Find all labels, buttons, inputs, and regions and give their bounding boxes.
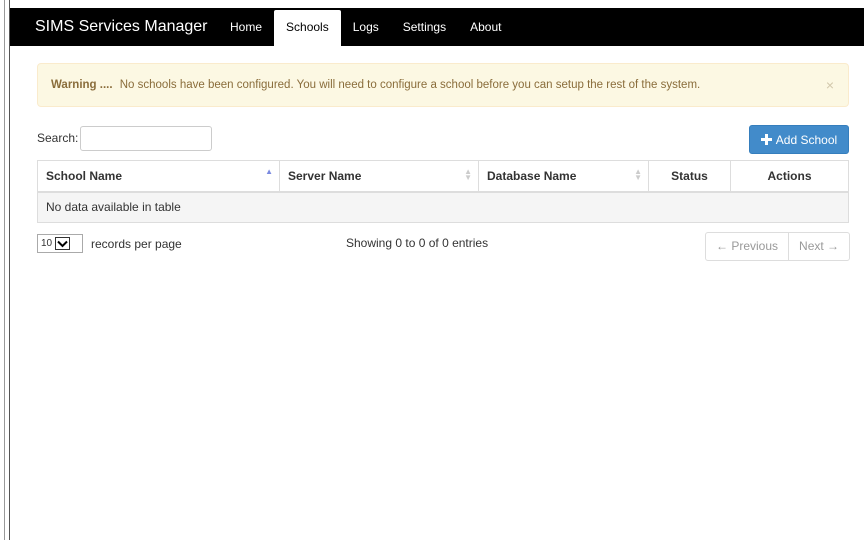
pagination: ← Previous Next → xyxy=(705,232,851,261)
warning-alert: Warning .... No schools have been config… xyxy=(37,63,849,107)
next-button[interactable]: Next → xyxy=(788,233,849,260)
add-school-label: Add School xyxy=(775,132,838,147)
sort-icon: ▲ ▼ xyxy=(634,167,642,182)
nav-schools[interactable]: Schools xyxy=(274,10,341,46)
search-input[interactable] xyxy=(80,125,213,151)
add-school-button[interactable]: Add School xyxy=(749,125,849,154)
chevron-down-icon xyxy=(55,237,71,250)
empty-table-message: No data available in table xyxy=(37,191,849,223)
previous-button[interactable]: ← Previous xyxy=(706,233,788,260)
search-label: Search: xyxy=(37,131,79,145)
table-row: No data available in table xyxy=(37,191,849,223)
nav-about[interactable]: About xyxy=(458,8,513,46)
page-length-value: 10 xyxy=(41,238,53,249)
column-header-actions: Actions xyxy=(730,160,849,193)
column-header-status[interactable]: Status xyxy=(648,160,731,193)
sort-ascending-icon: ▲ xyxy=(265,167,273,176)
nav-menu: Home Schools Logs Settings About xyxy=(218,8,513,46)
column-header-server-name[interactable]: Server Name ▲ ▼ xyxy=(279,160,479,193)
brand[interactable]: SIMS Services Manager xyxy=(35,8,208,46)
alert-message: No schools have been configured. You wil… xyxy=(119,79,701,91)
alert-title: Warning .... xyxy=(51,79,113,91)
navbar: SIMS Services Manager Home Schools Logs … xyxy=(10,8,864,46)
per-page-label: records per page xyxy=(91,236,182,251)
nav-home[interactable]: Home xyxy=(218,8,274,46)
schools-table: School Name ▲ Server Name ▲ ▼ Database Na… xyxy=(37,160,849,223)
sort-icon: ▲ ▼ xyxy=(464,167,472,182)
nav-settings[interactable]: Settings xyxy=(391,8,458,46)
column-header-database-name[interactable]: Database Name ▲ ▼ xyxy=(478,160,649,193)
window-frame xyxy=(0,0,10,540)
plus-icon xyxy=(760,134,772,145)
close-icon[interactable]: × xyxy=(826,64,834,106)
search-box: Search: xyxy=(37,125,213,151)
page-length-control: 10 records per page xyxy=(37,234,182,253)
column-header-school-name[interactable]: School Name ▲ xyxy=(37,160,280,193)
page-length-select[interactable]: 10 xyxy=(37,234,83,253)
table-info: Showing 0 to 0 of 0 entries xyxy=(346,236,489,250)
nav-logs[interactable]: Logs xyxy=(341,8,391,46)
